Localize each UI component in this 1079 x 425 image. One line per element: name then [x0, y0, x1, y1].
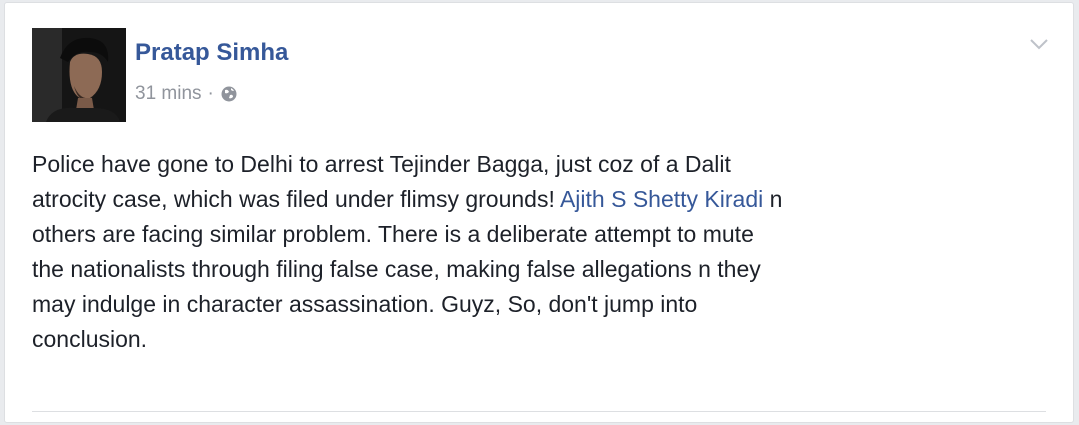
post-line: Police have gone to Delhi to arrest Teji… [32, 151, 731, 177]
author-name[interactable]: Pratap Simha [135, 39, 288, 67]
meta-separator: · [207, 83, 214, 104]
divider [32, 411, 1046, 412]
post-line: atrocity case, which was filed under fli… [32, 182, 1032, 217]
post-timestamp[interactable]: 31 mins [135, 83, 202, 105]
post-line-part: n [763, 186, 783, 212]
globe-icon[interactable] [220, 85, 238, 103]
post-line: others are facing similar problem. There… [32, 221, 754, 247]
post-card: Pratap Simha 31 mins · Police have gone … [4, 2, 1074, 423]
post-meta: 31 mins · [135, 83, 238, 105]
avatar[interactable] [32, 28, 126, 122]
post-line-part: atrocity case, which was filed under fli… [32, 186, 560, 212]
post-text: Police have gone to Delhi to arrest Teji… [32, 147, 1032, 357]
post-line: the nationalists through filing false ca… [32, 256, 761, 282]
post-line: conclusion. [32, 326, 148, 352]
chevron-down-icon[interactable] [1029, 37, 1049, 51]
mention-link[interactable]: Ajith S Shetty Kiradi [560, 186, 763, 212]
post-line: may indulge in character assassination. … [32, 291, 698, 317]
